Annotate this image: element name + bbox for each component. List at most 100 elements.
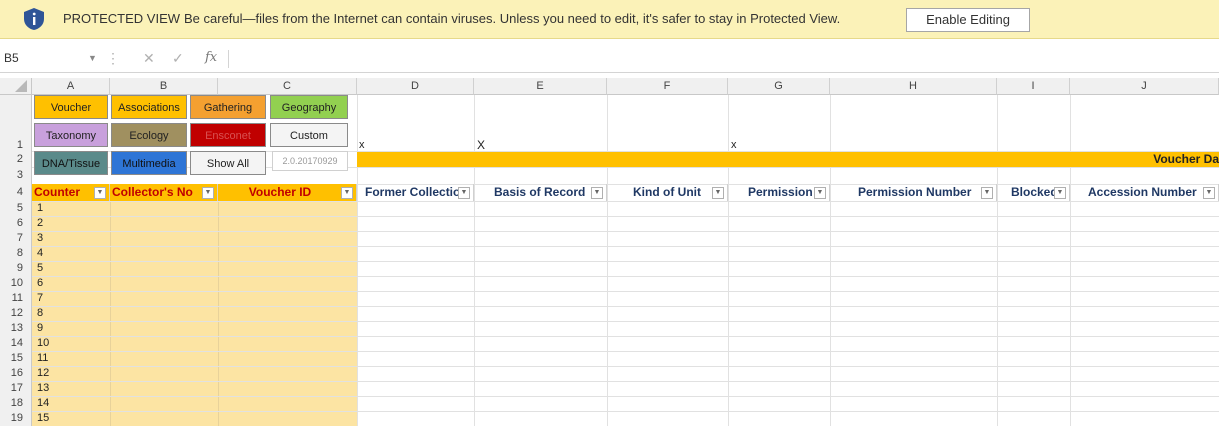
taxonomy-button[interactable]: Taxonomy [34, 123, 108, 147]
name-box[interactable]: B5 [4, 49, 100, 67]
gridline [110, 201, 111, 426]
header-label: Kind of Unit [633, 185, 701, 199]
column-header-a[interactable]: A [32, 78, 110, 95]
row-header-17[interactable]: 17 [0, 381, 32, 396]
multimedia-button[interactable]: Multimedia [111, 151, 187, 175]
row-header-8[interactable]: 8 [0, 246, 32, 261]
gridline [32, 276, 1219, 277]
protected-view-bar: PROTECTED VIEW Be careful—files from the… [0, 0, 1219, 39]
row-header-4[interactable]: 4 [0, 184, 32, 201]
column-header-i[interactable]: I [997, 78, 1070, 95]
column-header-c[interactable]: C [218, 78, 357, 95]
column-header-b[interactable]: B [110, 78, 218, 95]
header-permission[interactable]: Permission ▼ [728, 184, 830, 201]
header-counter[interactable]: Counter ▼ [32, 184, 110, 201]
column-header-e[interactable]: E [474, 78, 607, 95]
column-header-j[interactable]: J [1070, 78, 1219, 95]
counter-cell[interactable]: 3 [37, 232, 43, 244]
gridline [32, 201, 1219, 202]
gridline [32, 306, 1219, 307]
row-header-19[interactable]: 19 [0, 411, 32, 426]
row-header-1[interactable]: 1 [0, 95, 32, 151]
filter-dropdown-icon[interactable]: ▼ [202, 187, 214, 199]
column-header-g[interactable]: G [728, 78, 830, 95]
row-header-10[interactable]: 10 [0, 276, 32, 291]
counter-cell[interactable]: 5 [37, 262, 43, 274]
associations-button[interactable]: Associations [111, 95, 187, 119]
counter-cell[interactable]: 15 [37, 412, 49, 424]
enter-icon[interactable]: ✓ [172, 48, 184, 68]
row-header-3[interactable]: 3 [0, 167, 32, 184]
protected-view-title: PROTECTED VIEW [63, 11, 181, 26]
column-header-f[interactable]: F [607, 78, 728, 95]
header-blocked[interactable]: Blocked ▼ [997, 184, 1070, 201]
counter-cell[interactable]: 12 [37, 367, 49, 379]
counter-cell[interactable]: 1 [37, 202, 43, 214]
column-header-h[interactable]: H [830, 78, 997, 95]
select-all-corner[interactable] [0, 78, 32, 95]
cell-mark-g1: x [731, 139, 737, 151]
header-basis-of-record[interactable]: Basis of Record ▼ [474, 184, 607, 201]
show-all-button[interactable]: Show All [190, 151, 266, 175]
section-banner: Voucher Da [357, 152, 1219, 167]
gridline [32, 246, 1219, 247]
row-header-16[interactable]: 16 [0, 366, 32, 381]
row-header-14[interactable]: 14 [0, 336, 32, 351]
cell-mark-e1: X [477, 138, 486, 152]
counter-cell[interactable]: 9 [37, 322, 43, 334]
counter-cell[interactable]: 7 [37, 292, 43, 304]
enable-editing-button[interactable]: Enable Editing [906, 8, 1030, 32]
counter-cell[interactable]: 10 [37, 337, 49, 349]
header-kind-of-unit[interactable]: Kind of Unit ▼ [607, 184, 728, 201]
row-header-12[interactable]: 12 [0, 306, 32, 321]
voucher-button[interactable]: Voucher [34, 95, 108, 119]
chevron-down-icon[interactable]: ▼ [88, 49, 97, 67]
header-label: Counter [34, 185, 80, 199]
filter-dropdown-icon[interactable]: ▼ [458, 187, 470, 199]
header-accession-number[interactable]: Accession Number ▼ [1070, 184, 1219, 201]
row-header-2[interactable]: 2 [0, 151, 32, 167]
filter-dropdown-icon[interactable]: ▼ [94, 187, 106, 199]
insert-function-icon[interactable]: fx [205, 48, 217, 68]
header-permission-number[interactable]: Permission Number ▼ [830, 184, 997, 201]
filter-dropdown-icon[interactable]: ▼ [981, 187, 993, 199]
dna-tissue-button[interactable]: DNA/Tissue [34, 151, 108, 175]
filter-dropdown-icon[interactable]: ▼ [591, 187, 603, 199]
counter-cell[interactable]: 8 [37, 307, 43, 319]
row-header-6[interactable]: 6 [0, 216, 32, 231]
custom-button[interactable]: Custom [270, 123, 348, 147]
filter-dropdown-icon[interactable]: ▼ [712, 187, 724, 199]
cancel-icon[interactable]: ✕ [143, 48, 155, 68]
counter-cell[interactable]: 4 [37, 247, 43, 259]
gridline [32, 381, 1219, 382]
counter-cell[interactable]: 13 [37, 382, 49, 394]
ensconet-button[interactable]: Ensconet [190, 123, 266, 147]
geography-button[interactable]: Geography [270, 95, 348, 119]
row-header-18[interactable]: 18 [0, 396, 32, 411]
row-header-7[interactable]: 7 [0, 231, 32, 246]
row-header-13[interactable]: 13 [0, 321, 32, 336]
row-header-11[interactable]: 11 [0, 291, 32, 306]
gridline [32, 291, 1219, 292]
filter-dropdown-icon[interactable]: ▼ [1054, 187, 1066, 199]
row-header-9[interactable]: 9 [0, 261, 32, 276]
filter-dropdown-icon[interactable]: ▼ [1203, 187, 1215, 199]
counter-cell[interactable]: 14 [37, 397, 49, 409]
gridline [32, 336, 1219, 337]
counter-cell[interactable]: 6 [37, 277, 43, 289]
row-header-5[interactable]: 5 [0, 201, 32, 216]
column-header-d[interactable]: D [357, 78, 474, 95]
header-voucher-id[interactable]: Voucher ID ▼ [218, 184, 357, 201]
counter-cell[interactable]: 2 [37, 217, 43, 229]
filter-dropdown-icon[interactable]: ▼ [341, 187, 353, 199]
ecology-button[interactable]: Ecology [111, 123, 187, 147]
gathering-button[interactable]: Gathering [190, 95, 266, 119]
header-collectors-no[interactable]: Collector's No ▼ [110, 184, 218, 201]
counter-cell[interactable]: 11 [37, 352, 48, 364]
gridline [218, 201, 219, 426]
header-former-collection[interactable]: Former Collectio ▼ [357, 184, 474, 201]
row-header-15[interactable]: 15 [0, 351, 32, 366]
filter-dropdown-icon[interactable]: ▼ [814, 187, 826, 199]
version-label: 2.0.20170929 [272, 151, 348, 171]
data-area-highlight [32, 201, 357, 426]
